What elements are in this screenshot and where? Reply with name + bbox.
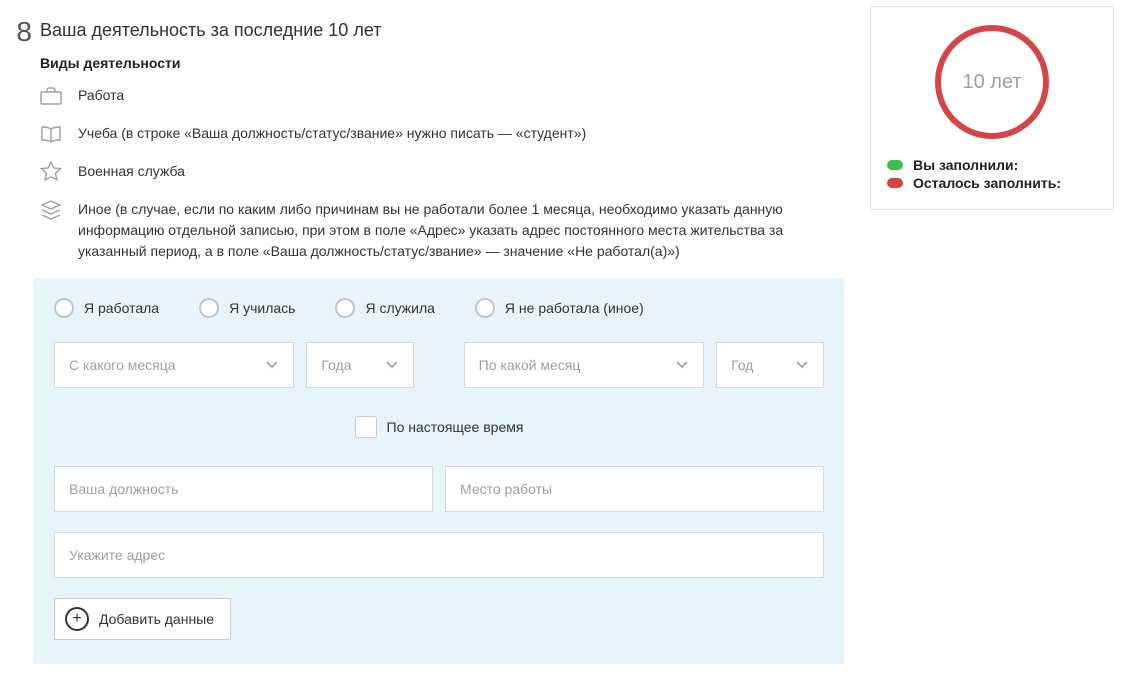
section-title: Ваша деятельность за последние 10 лет [40,20,850,41]
layers-icon [40,199,62,221]
radio-studied[interactable]: Я училась [199,298,295,318]
legend-filled: Вы заполнили: [887,157,1097,173]
type-item-study: Учеба (в строке «Ваша должность/статус/з… [40,123,850,145]
types-heading: Виды деятельности [40,55,850,71]
ring-text: 10 лет [962,71,1021,94]
type-label: Иное (в случае, если по каким либо причи… [78,199,850,262]
section-number: 8 [0,16,32,48]
radio-worked[interactable]: Я работала [54,298,159,318]
chevron-down-icon [265,358,279,372]
type-item-other: Иное (в случае, если по каким либо причи… [40,199,850,262]
type-label: Работа [78,85,124,106]
chevron-down-icon [795,358,809,372]
status-panel: 10 лет Вы заполнили: Осталось заполнить: [870,6,1114,210]
briefcase-icon [40,85,62,107]
radio-label: Я работала [84,300,159,316]
input-address[interactable] [54,532,824,578]
type-label: Учеба (в строке «Ваша должность/статус/з… [78,123,586,144]
plus-circle-icon: + [65,607,89,631]
select-to-year[interactable]: Год [716,342,824,388]
dot-red-icon [887,178,903,188]
chevron-down-icon [385,358,399,372]
radio-label: Я училась [229,300,295,316]
input-position[interactable] [54,466,433,512]
radio-label: Я служила [365,300,434,316]
select-from-month[interactable]: С какого месяца [54,342,294,388]
legend-remaining: Осталось заполнить: [887,175,1097,191]
legend-label: Осталось заполнить: [913,175,1061,191]
checkbox-label: По настоящее время [387,419,524,435]
legend-label: Вы заполнили: [913,157,1018,173]
star-icon [40,161,62,183]
radio-label: Я не работала (иное) [505,300,644,316]
input-place[interactable] [445,466,824,512]
activity-form-panel: Я работала Я училась Я служила Я не рабо… [34,278,844,664]
select-to-month[interactable]: По какой месяц [464,342,704,388]
type-item-work: Работа [40,85,850,107]
select-placeholder: Года [321,357,351,373]
add-button[interactable]: + Добавить данные [54,598,231,640]
add-button-label: Добавить данные [99,611,214,627]
type-item-military: Военная служба [40,161,850,183]
radio-icon [54,298,74,318]
select-placeholder: По какой месяц [479,357,581,373]
radio-not-worked[interactable]: Я не работала (иное) [475,298,644,318]
type-label: Военная служба [78,161,185,182]
radio-icon [335,298,355,318]
progress-ring: 10 лет [935,25,1049,139]
select-placeholder: Год [731,357,753,373]
chevron-down-icon [675,358,689,372]
radio-icon [475,298,495,318]
dot-green-icon [887,160,903,170]
radio-served[interactable]: Я служила [335,298,434,318]
select-placeholder: С какого месяца [69,357,176,373]
checkbox-present[interactable] [355,416,377,438]
radio-icon [199,298,219,318]
book-icon [40,123,62,145]
select-from-year[interactable]: Года [306,342,414,388]
